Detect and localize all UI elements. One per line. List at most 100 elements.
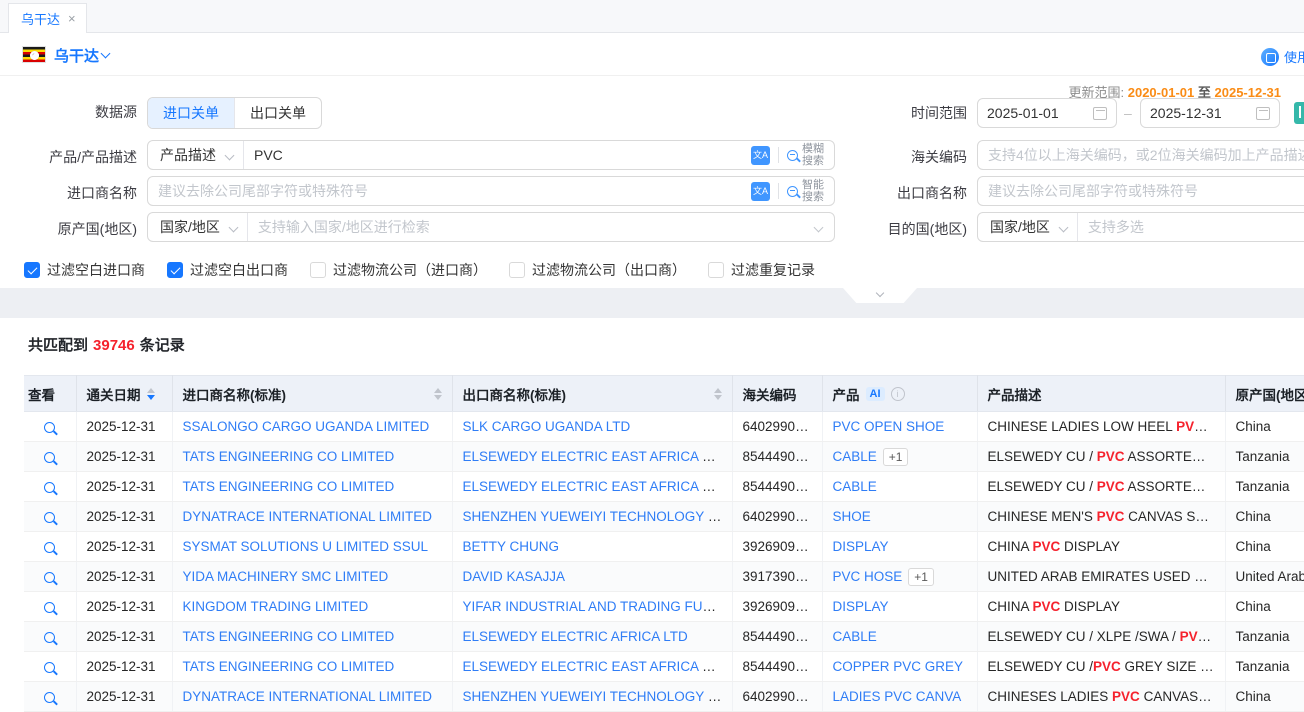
info-icon[interactable]: i bbox=[891, 387, 905, 401]
column-header-3[interactable]: 出口商名称(标准) bbox=[452, 376, 732, 412]
checkbox-icon[interactable] bbox=[310, 262, 326, 278]
view-record-icon[interactable] bbox=[44, 512, 55, 523]
importer-link[interactable]: TATS ENGINEERING CO LIMITED bbox=[183, 659, 395, 674]
exporter-link[interactable]: ELSEWEDY ELECTRIC EAST AFRICA LIMTED bbox=[463, 659, 733, 674]
exporter-link[interactable]: DAVID KASAJJA bbox=[463, 569, 566, 584]
checkbox-checked-icon[interactable] bbox=[167, 262, 183, 278]
importer-link[interactable]: TATS ENGINEERING CO LIMITED bbox=[183, 449, 395, 464]
view-record-icon[interactable] bbox=[44, 572, 55, 583]
filter-checkbox-0[interactable]: 过滤空白进口商 bbox=[24, 260, 145, 280]
view-record-icon[interactable] bbox=[44, 632, 55, 643]
product-link[interactable]: CABLE bbox=[833, 479, 877, 494]
product-search-input[interactable] bbox=[244, 147, 751, 163]
calendar-icon[interactable] bbox=[1256, 107, 1270, 120]
smart-search-toggle[interactable]: 智能搜索 bbox=[787, 179, 826, 203]
sort-carets-icon[interactable] bbox=[434, 388, 442, 400]
destination-search-input[interactable] bbox=[1078, 219, 1304, 235]
exporter-link[interactable]: ELSEWEDY ELECTRIC AFRICA LTD bbox=[463, 629, 688, 644]
chevron-down-icon[interactable] bbox=[101, 49, 111, 59]
importer-link[interactable]: TATS ENGINEERING CO LIMITED bbox=[183, 629, 395, 644]
search-action-button[interactable] bbox=[1294, 102, 1304, 124]
product-link[interactable]: DISPLAY bbox=[833, 539, 889, 554]
importer-link[interactable]: SSALONGO CARGO UGANDA LIMITED bbox=[183, 419, 430, 434]
date-range-separator: – bbox=[1124, 105, 1132, 121]
importer-link[interactable]: TATS ENGINEERING CO LIMITED bbox=[183, 479, 395, 494]
translate-icon[interactable]: 文A bbox=[751, 182, 770, 201]
clearance-date-cell: 2025-12-31 bbox=[76, 472, 172, 502]
product-link[interactable]: SHOE bbox=[833, 509, 871, 524]
datasource-option-1[interactable]: 出口关单 bbox=[234, 98, 321, 128]
exporter-link[interactable]: BETTY CHUNG bbox=[463, 539, 560, 554]
country-selector[interactable]: 乌干达 bbox=[54, 45, 99, 66]
tab-uganda[interactable]: 乌干达 × bbox=[8, 3, 87, 33]
filter-checkbox-2[interactable]: 过滤物流公司（进口商） bbox=[310, 260, 487, 280]
product-link[interactable]: CABLE bbox=[833, 449, 877, 464]
importer-link[interactable]: SYSMAT SOLUTIONS U LIMITED SSUL bbox=[183, 539, 429, 554]
column-header-2[interactable]: 进口商名称(标准) bbox=[172, 376, 452, 412]
importer-input[interactable] bbox=[148, 183, 751, 199]
product-link[interactable]: COPPER PVC GREY bbox=[833, 659, 964, 674]
calendar-icon[interactable] bbox=[1093, 107, 1107, 120]
translate-icon[interactable]: 文A bbox=[751, 146, 770, 165]
view-record-icon[interactable] bbox=[44, 692, 55, 703]
fuzzy-search-toggle[interactable]: 模糊搜索 bbox=[787, 143, 826, 167]
exporter-link[interactable]: SHENZHEN YUEWEIYI TECHNOLOGY CO LTD bbox=[463, 689, 733, 704]
origin-search-input[interactable] bbox=[248, 219, 815, 235]
exporter-link[interactable]: ELSEWEDY ELECTRIC EAST AFRICA LIMTED bbox=[463, 479, 733, 494]
checkbox-checked-icon[interactable] bbox=[24, 262, 40, 278]
exporter-link[interactable]: YIFAR INDUSTRIAL AND TRADING FUZHOU... bbox=[463, 599, 733, 614]
caret-up-icon[interactable] bbox=[147, 388, 155, 393]
filter-checkbox-1[interactable]: 过滤空白出口商 bbox=[167, 260, 288, 280]
summary-suffix: 条记录 bbox=[140, 337, 185, 354]
date-from-input[interactable] bbox=[977, 98, 1117, 128]
exporter-link[interactable]: SLK CARGO UGANDA LTD bbox=[463, 419, 631, 434]
caret-down-icon[interactable] bbox=[714, 395, 722, 400]
importer-link[interactable]: DYNATRACE INTERNATIONAL LIMITED bbox=[183, 689, 433, 704]
caret-up-icon[interactable] bbox=[434, 388, 442, 393]
product-link[interactable]: DISPLAY bbox=[833, 599, 889, 614]
origin-country-select[interactable]: 国家/地区 bbox=[148, 213, 248, 241]
filter-checkbox-3[interactable]: 过滤物流公司（出口商） bbox=[509, 260, 686, 280]
exporter-input[interactable] bbox=[978, 183, 1304, 199]
hs-code-input[interactable] bbox=[978, 147, 1304, 163]
column-header-1[interactable]: 通关日期 bbox=[76, 376, 172, 412]
product-link[interactable]: CABLE bbox=[833, 629, 877, 644]
caret-down-icon[interactable] bbox=[434, 395, 442, 400]
product-type-select[interactable]: 产品描述 bbox=[148, 141, 244, 169]
importer-link[interactable]: DYNATRACE INTERNATIONAL LIMITED bbox=[183, 509, 433, 524]
chevron-down-icon bbox=[876, 289, 884, 297]
view-record-icon[interactable] bbox=[44, 482, 55, 493]
exporter-link[interactable]: ELSEWEDY ELECTRIC EAST AFRICA LIMTED bbox=[463, 449, 733, 464]
importer-link[interactable]: KINGDOM TRADING LIMITED bbox=[183, 599, 369, 614]
view-record-icon[interactable] bbox=[44, 662, 55, 673]
checkbox-icon[interactable] bbox=[708, 262, 724, 278]
sort-carets-icon[interactable] bbox=[147, 388, 155, 400]
product-link[interactable]: PVC HOSE bbox=[833, 569, 903, 584]
product-description-cell: CHINESE LADIES LOW HEEL PVC OP... bbox=[977, 412, 1225, 442]
date-to-field[interactable] bbox=[1150, 105, 1250, 121]
filter-checkbox-4[interactable]: 过滤重复记录 bbox=[708, 260, 815, 280]
sort-carets-icon[interactable] bbox=[714, 388, 722, 400]
view-record-icon[interactable] bbox=[44, 452, 55, 463]
product-link[interactable]: PVC OPEN SHOE bbox=[833, 419, 945, 434]
close-icon[interactable]: × bbox=[68, 12, 76, 25]
importer-link[interactable]: YIDA MACHINERY SMC LIMITED bbox=[183, 569, 389, 584]
more-products-badge[interactable]: +1 bbox=[883, 448, 909, 466]
date-from-field[interactable] bbox=[987, 105, 1087, 121]
caret-down-icon[interactable] bbox=[147, 395, 155, 400]
checkbox-icon[interactable] bbox=[509, 262, 525, 278]
destination-country-select[interactable]: 国家/地区 bbox=[978, 213, 1078, 241]
uganda-flag-icon bbox=[22, 46, 46, 63]
view-record-icon[interactable] bbox=[44, 422, 55, 433]
view-record-icon[interactable] bbox=[44, 602, 55, 613]
date-to-input[interactable] bbox=[1140, 98, 1280, 128]
datasource-option-0[interactable]: 进口关单 bbox=[148, 98, 234, 128]
checkbox-label: 过滤空白出口商 bbox=[190, 260, 288, 280]
product-link[interactable]: LADIES PVC CANVA bbox=[833, 689, 962, 704]
view-record-icon[interactable] bbox=[44, 542, 55, 553]
caret-up-icon[interactable] bbox=[714, 388, 722, 393]
clearance-date-cell: 2025-12-31 bbox=[76, 442, 172, 472]
more-products-badge[interactable]: +1 bbox=[908, 568, 934, 586]
help-link[interactable]: 使用 bbox=[1261, 47, 1304, 66]
exporter-link[interactable]: SHENZHEN YUEWEIYI TECHNOLOGY CO LTD bbox=[463, 509, 733, 524]
